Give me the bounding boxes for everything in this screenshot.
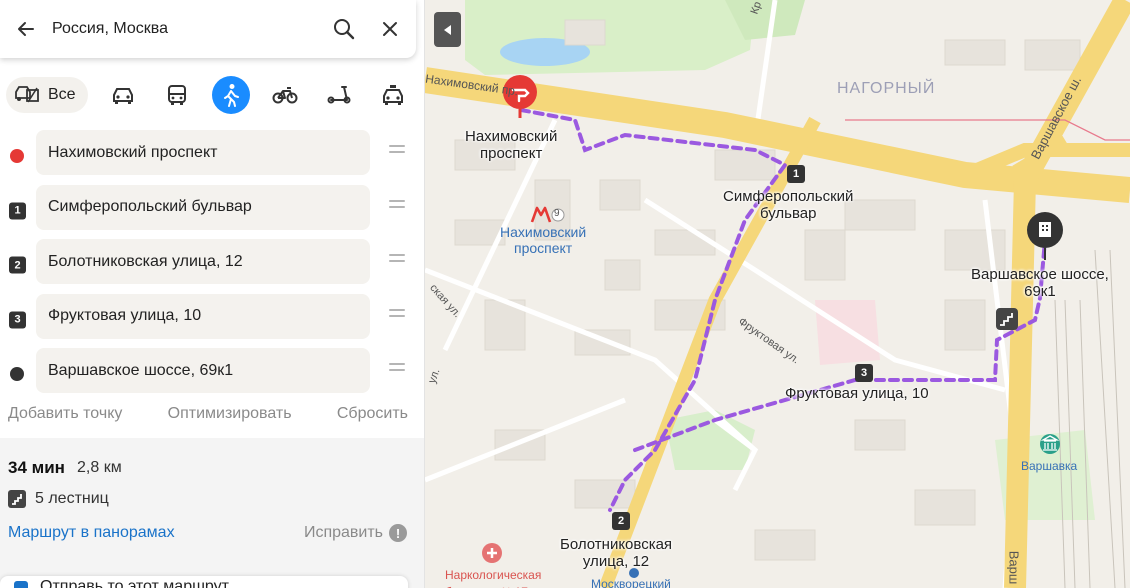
optimize-button[interactable]: Оптимизировать xyxy=(168,405,292,423)
send-route-card[interactable]: Отправь то этот маршрут xyxy=(0,576,408,588)
route-summary[interactable]: 34 мин 2,8 км 5 лестниц Маршрут в панора… xyxy=(0,438,424,588)
waypoint-number-badge: 3 xyxy=(9,311,26,329)
museum-icon xyxy=(1040,434,1060,454)
arrow-left-icon xyxy=(18,22,34,36)
stairs-info: 5 лестниц xyxy=(8,490,109,508)
route-time: 34 мин xyxy=(8,458,65,477)
waypoint-3-map-label: Фруктовая улица, 10 xyxy=(785,385,929,402)
car-icon xyxy=(112,88,133,104)
add-point-button[interactable]: Добавить точку xyxy=(8,405,122,423)
waypoint-row: Нахимовский проспект xyxy=(0,129,424,184)
stairs-marker-icon xyxy=(996,308,1018,330)
waypoint-row: 2 Болотниковская улица, 12 xyxy=(0,238,424,293)
end-point-marker xyxy=(10,367,24,382)
hospital-area xyxy=(815,300,880,365)
street-label: Варш xyxy=(1006,550,1022,585)
waypoint-field-end[interactable]: Варшавское шоссе, 69к1 xyxy=(36,348,370,393)
back-button[interactable] xyxy=(14,17,38,41)
mode-walk-button[interactable] xyxy=(211,76,250,114)
taxi-icon xyxy=(382,85,403,105)
end-map-label: Варшавское шоссе, 69к1 xyxy=(971,266,1109,300)
waypoint-1-map-badge[interactable]: 1 xyxy=(787,165,805,183)
waypoint-row: Варшавское шоссе, 69к1 xyxy=(0,347,424,402)
waypoint-field-2[interactable]: Болотниковская улица, 12 xyxy=(36,239,370,284)
panorama-route-link[interactable]: Маршрут в панорамах xyxy=(8,524,175,542)
metro-line-number: 9 xyxy=(554,208,560,219)
exclamation-icon: ! xyxy=(389,524,407,542)
moskvorechye-label: Москворецкий xyxy=(591,577,671,588)
waypoint-row: 3 Фруктовая улица, 10 xyxy=(0,293,424,348)
route-actions: Добавить точку Оптимизировать Сбросить xyxy=(8,405,408,423)
hospital-label: Наркологическая больница №17 xyxy=(445,568,542,588)
mode-all-label: Все xyxy=(48,86,76,103)
metro-station-label: Нахимовский проспект xyxy=(500,224,587,256)
varshavka-label: Варшавка xyxy=(1021,459,1078,473)
dark-dot-icon xyxy=(10,367,24,382)
mode-bike-button[interactable] xyxy=(266,76,304,114)
mode-car-button[interactable] xyxy=(104,76,142,114)
waypoint-list: Нахимовский проспект 1 Симферопольский б… xyxy=(0,129,424,402)
drag-handle-icon[interactable] xyxy=(389,254,405,268)
start-map-label: Нахимовский проспект xyxy=(465,128,558,162)
mode-scooter-button[interactable] xyxy=(320,76,358,114)
search-icon xyxy=(334,19,355,40)
search-input[interactable]: Россия, Москва xyxy=(52,20,330,38)
hospital-icon xyxy=(482,543,502,563)
red-dot-icon xyxy=(10,149,24,164)
collapse-panel-button[interactable] xyxy=(434,12,461,47)
mode-all-button[interactable]: Все xyxy=(6,77,88,113)
drag-handle-icon[interactable] xyxy=(389,308,405,323)
drag-handle-icon[interactable] xyxy=(389,199,405,214)
park-area xyxy=(465,0,755,75)
waypoint-2-map-badge[interactable]: 2 xyxy=(612,512,630,530)
waypoint-number-badge: 1 xyxy=(9,202,26,220)
bus-icon xyxy=(167,85,186,105)
close-icon xyxy=(383,22,397,36)
chevron-left-icon xyxy=(443,24,451,35)
waypoint-2-map-label: Болотниковская улица, 12 xyxy=(560,536,673,570)
map-view[interactable]: Нахимовский проспект НАГОРНЫЙ Нахимовски… xyxy=(424,0,1130,588)
reset-button[interactable]: Сбросить xyxy=(337,405,408,423)
bicycle-icon xyxy=(272,87,298,104)
search-button[interactable] xyxy=(330,15,358,43)
send-route-label: Отправь то этот маршрут xyxy=(40,578,229,588)
phone-icon xyxy=(14,581,28,588)
mode-transit-button[interactable] xyxy=(158,76,196,114)
district-label: НАГОРНЫЙ xyxy=(837,80,936,97)
scooter-icon xyxy=(327,86,351,104)
waypoint-field-3[interactable]: Фруктовая улица, 10 xyxy=(36,293,370,339)
stairs-icon xyxy=(8,490,26,508)
transport-modes: Все xyxy=(6,76,412,114)
waypoint-field-start[interactable]: Нахимовский проспект xyxy=(36,130,370,175)
route-distance: 2,8 км xyxy=(77,459,122,476)
search-box: Россия, Москва xyxy=(0,0,416,58)
fix-route-button[interactable]: Исправить ! xyxy=(304,524,407,542)
multimodal-icon xyxy=(15,86,39,103)
waypoint-number-badge: 2 xyxy=(9,256,26,274)
waypoint-1-map-label: Симферопольский бульвар xyxy=(723,188,854,222)
waypoint-field-1[interactable]: Симферопольский бульвар xyxy=(36,184,370,230)
waypoint-3-map-badge[interactable]: 3 xyxy=(855,364,873,382)
fix-route-label: Исправить xyxy=(303,524,383,541)
drag-handle-icon[interactable] xyxy=(389,363,405,377)
clear-button[interactable] xyxy=(378,17,402,41)
mode-taxi-button[interactable] xyxy=(374,76,412,114)
stairs-count: 5 лестниц xyxy=(35,490,109,507)
start-point-marker xyxy=(10,149,24,164)
waypoint-row: 1 Симферопольский бульвар xyxy=(0,184,424,239)
route-sidebar: Россия, Москва Все Нахимовский проспект … xyxy=(0,0,425,588)
drag-handle-icon[interactable] xyxy=(389,145,405,159)
pedestrian-icon xyxy=(223,84,239,107)
